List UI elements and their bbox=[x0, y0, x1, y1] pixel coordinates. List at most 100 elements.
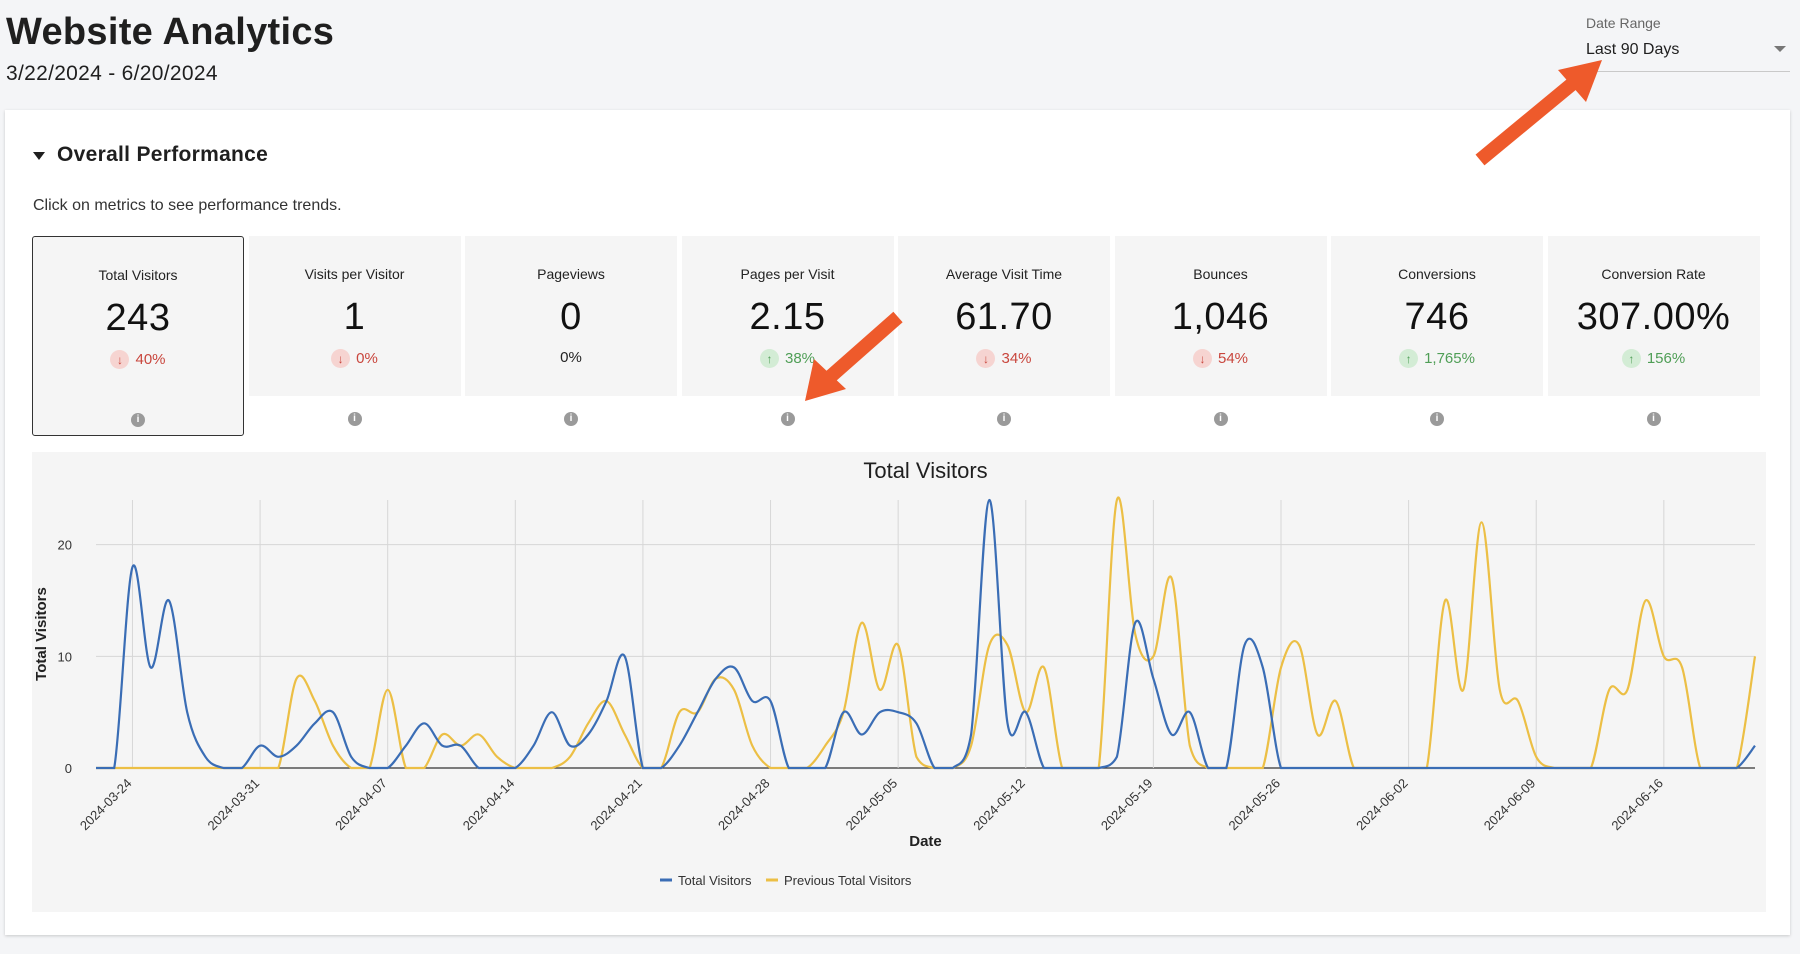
chart-panel: Total Visitors 0 10 20 2024-03-24 2024-03-31 2… bbox=[32, 452, 1766, 912]
x-tick-label: 2024-03-31 bbox=[205, 776, 263, 834]
metric-card-total-visitors[interactable]: Total Visitors 243 ↓ 40% i bbox=[32, 236, 244, 436]
info-icon[interactable]: i bbox=[131, 413, 145, 427]
triangle-down-icon bbox=[33, 152, 45, 160]
x-tick-label: 2024-06-02 bbox=[1353, 776, 1411, 834]
info-icon[interactable]: i bbox=[564, 412, 578, 426]
metric-value: 0 bbox=[560, 296, 582, 338]
date-range-select[interactable]: Last 90 Days bbox=[1586, 41, 1790, 72]
x-tick-label: 2024-05-12 bbox=[970, 776, 1028, 834]
metric-card-conversions[interactable]: Conversions 746 ↑ 1,765% i bbox=[1331, 236, 1543, 436]
metric-value: 2.15 bbox=[749, 296, 826, 338]
metric-change: ↓ 0% bbox=[249, 349, 461, 368]
metric-card-conversion-rate[interactable]: Conversion Rate 307.00% ↑ 156% i bbox=[1547, 236, 1760, 436]
metric-change-value: 0% bbox=[560, 349, 582, 366]
metric-label: Visits per Visitor bbox=[304, 266, 405, 282]
metric-box: Conversion Rate 307.00% ↑ 156% bbox=[1547, 236, 1760, 396]
info-icon[interactable]: i bbox=[997, 412, 1011, 426]
x-tick-label: 2024-04-07 bbox=[332, 776, 390, 834]
metric-label: Bounces bbox=[1193, 266, 1248, 282]
y-tick-label: 20 bbox=[58, 538, 72, 553]
date-range-value: Last 90 Days bbox=[1586, 41, 1680, 58]
arrow-down-icon: ↓ bbox=[331, 349, 351, 368]
date-range-control: Date Range Last 90 Days bbox=[1586, 15, 1790, 72]
metric-value: 307.00% bbox=[1576, 296, 1731, 338]
page-title: Website Analytics bbox=[6, 11, 335, 53]
metric-value: 746 bbox=[1404, 296, 1470, 338]
metric-change: ↑ 156% bbox=[1548, 349, 1760, 368]
overall-performance-card: Overall Performance Click on metrics to … bbox=[5, 110, 1790, 935]
x-tick-label: 2024-04-21 bbox=[587, 776, 645, 834]
metric-change-value: 156% bbox=[1646, 350, 1686, 367]
series-previous-total-visitors bbox=[95, 496, 1757, 770]
date-range-label: Date Range bbox=[1586, 15, 1661, 31]
date-span: 3/22/2024 - 6/20/2024 bbox=[6, 62, 218, 85]
x-tick-label: 2024-05-19 bbox=[1098, 776, 1156, 834]
arrow-down-icon: ↓ bbox=[110, 350, 130, 369]
metric-change-value: 40% bbox=[135, 351, 166, 368]
metric-label: Total Visitors bbox=[98, 267, 178, 283]
x-tick-label: 2024-04-14 bbox=[460, 776, 518, 834]
legend-label-total-visitors: Total Visitors bbox=[678, 873, 752, 888]
y-tick-label: 10 bbox=[58, 649, 72, 664]
metric-label: Average Visit Time bbox=[945, 266, 1063, 282]
metric-value: 243 bbox=[105, 297, 171, 339]
info-icon[interactable]: i bbox=[1646, 412, 1661, 426]
x-tick-label: 2024-03-24 bbox=[77, 776, 135, 834]
metric-box: Visits per Visitor 1 ↓ 0% bbox=[248, 236, 461, 396]
y-axis-label: Total Visitors bbox=[33, 587, 50, 681]
metric-value: 1 bbox=[343, 296, 366, 338]
metric-card-average-visit-time[interactable]: Average Visit Time 61.70 ↓ 34% i bbox=[898, 236, 1110, 436]
arrow-up-icon: ↑ bbox=[1399, 349, 1419, 368]
metrics-row: Total Visitors 243 ↓ 40% i Visits per Visitor… bbox=[32, 236, 1766, 436]
metric-value: 61.70 bbox=[955, 296, 1053, 338]
metric-change: ↑ 1,765% bbox=[1331, 349, 1543, 368]
helper-text: Click on metrics to see performance tren… bbox=[33, 197, 342, 214]
metric-box: Pages per Visit 2.15 ↑ 38% bbox=[681, 236, 894, 396]
info-icon[interactable]: i bbox=[1430, 412, 1444, 426]
y-tick-label: 0 bbox=[65, 761, 72, 776]
metric-change: 0% bbox=[465, 349, 677, 366]
x-tick-label: 2024-05-26 bbox=[1225, 776, 1283, 834]
section-title: Overall Performance bbox=[57, 143, 269, 166]
metric-box: Average Visit Time 61.70 ↓ 34% bbox=[898, 236, 1110, 396]
metric-label: Conversion Rate bbox=[1601, 266, 1706, 282]
metric-change: ↓ 40% bbox=[33, 350, 243, 369]
x-tick-label: 2024-04-28 bbox=[715, 776, 773, 834]
metric-box: Conversions 746 ↑ 1,765% bbox=[1331, 236, 1543, 396]
arrow-down-icon: ↓ bbox=[976, 349, 996, 368]
metric-change: ↓ 54% bbox=[1115, 349, 1327, 368]
metric-change-value: 34% bbox=[1001, 350, 1032, 367]
x-tick-label: 2024-05-05 bbox=[843, 776, 901, 834]
metric-card-bounces[interactable]: Bounces 1,046 ↓ 54% i bbox=[1114, 236, 1327, 436]
arrow-up-icon: ↑ bbox=[1621, 349, 1641, 368]
metric-label: Pageviews bbox=[537, 266, 605, 282]
legend-label-previous-total-visitors: Previous Total Visitors bbox=[784, 873, 912, 888]
metric-value: 1,046 bbox=[1171, 296, 1270, 338]
series-total-visitors bbox=[95, 498, 1756, 770]
metric-label: Conversions bbox=[1398, 266, 1476, 282]
metric-card-pages-per-visit[interactable]: Pages per Visit 2.15 ↑ 38% i bbox=[681, 236, 894, 436]
arrow-down-icon: ↓ bbox=[1192, 349, 1212, 368]
info-icon[interactable]: i bbox=[347, 412, 362, 426]
page-header: Website Analytics 3/22/2024 - 6/20/2024 bbox=[6, 10, 334, 86]
section-toggle[interactable]: Overall Performance bbox=[33, 143, 268, 167]
info-icon[interactable]: i bbox=[780, 412, 795, 426]
total-visitors-chart: Total Visitors 0 10 20 2024-03-24 2024-03-31 2… bbox=[33, 458, 1757, 888]
metric-label: Pages per Visit bbox=[740, 266, 835, 282]
metric-box: Bounces 1,046 ↓ 54% bbox=[1114, 236, 1327, 396]
arrow-up-icon: ↑ bbox=[759, 349, 779, 368]
metric-change: ↑ 38% bbox=[682, 349, 894, 368]
metric-change-value: 54% bbox=[1217, 350, 1249, 367]
metric-change-value: 0% bbox=[356, 350, 378, 367]
metric-card-pageviews[interactable]: Pageviews 0 0% i bbox=[465, 236, 677, 436]
x-tick-label: 2024-06-16 bbox=[1608, 776, 1666, 834]
metric-card-visits-per-visitor[interactable]: Visits per Visitor 1 ↓ 0% i bbox=[248, 236, 461, 436]
metric-box: Total Visitors 243 ↓ 40% bbox=[33, 237, 243, 397]
metric-change-value: 1,765% bbox=[1424, 350, 1475, 367]
x-tick-label: 2024-06-09 bbox=[1481, 776, 1539, 834]
metric-change: ↓ 34% bbox=[898, 349, 1110, 368]
caret-down-icon bbox=[1774, 46, 1786, 52]
metric-change-value: 38% bbox=[784, 350, 816, 367]
x-axis-label: Date bbox=[909, 833, 942, 850]
info-icon[interactable]: i bbox=[1213, 412, 1228, 426]
